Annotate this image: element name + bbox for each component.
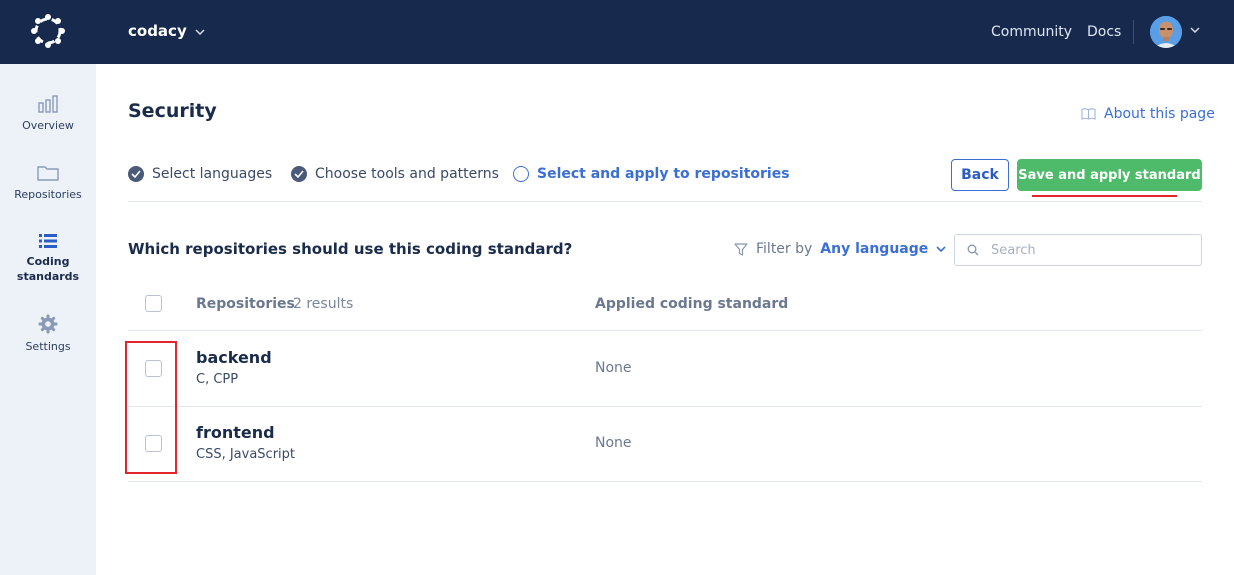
filter-icon xyxy=(734,242,748,256)
annotation-underline xyxy=(1032,195,1177,197)
language-filter-dropdown[interactable]: Any language xyxy=(820,241,946,257)
organization-switcher[interactable]: codacy xyxy=(128,22,205,40)
user-photo-icon xyxy=(1150,16,1182,48)
row-divider xyxy=(128,406,1202,407)
sidebar-item-settings[interactable]: Settings xyxy=(0,314,96,353)
sidebar-item-label-line1: Coding xyxy=(26,255,70,268)
step-select-and-apply[interactable]: Select and apply to repositories xyxy=(513,166,790,182)
result-count: 2 results xyxy=(293,296,354,312)
annotation-highlight-box xyxy=(125,341,177,474)
step-label: Choose tools and patterns xyxy=(315,166,499,182)
applied-standard-value: None xyxy=(595,360,632,376)
save-and-apply-standard-button[interactable]: Save and apply standard xyxy=(1017,159,1202,191)
select-all-checkbox[interactable] xyxy=(145,295,162,312)
sidebar-item-label: Repositories xyxy=(14,188,82,201)
list-icon xyxy=(39,234,57,248)
language-filter-value: Any language xyxy=(820,241,929,257)
bar-chart-icon xyxy=(38,95,58,113)
about-this-page-link[interactable]: About this page xyxy=(1081,106,1215,122)
sidebar-item-repositories[interactable]: Repositories xyxy=(0,164,96,201)
back-button[interactable]: Back xyxy=(951,159,1009,191)
community-link[interactable]: Community xyxy=(991,24,1072,40)
search-input[interactable] xyxy=(991,242,1181,258)
repository-languages: C, CPP xyxy=(196,372,239,387)
search-icon xyxy=(967,244,979,256)
section-question: Which repositories should use this codin… xyxy=(128,240,573,258)
chevron-down-icon xyxy=(195,28,205,35)
check-circle-icon xyxy=(128,166,144,182)
language-filter: Filter by Any language xyxy=(734,241,946,257)
page-title: Security xyxy=(128,100,217,122)
step-choose-tools-and-patterns[interactable]: Choose tools and patterns xyxy=(291,166,499,182)
sidebar: Overview Repositories Coding standards S… xyxy=(0,64,96,575)
gear-icon xyxy=(38,314,58,334)
empty-circle-icon xyxy=(513,166,529,182)
divider xyxy=(128,201,1202,202)
repository-languages: CSS, JavaScript xyxy=(196,447,296,462)
codacy-logo-icon[interactable] xyxy=(31,14,65,48)
folder-icon xyxy=(37,166,59,181)
row-divider xyxy=(128,481,1202,482)
step-label: Select languages xyxy=(152,166,273,182)
top-navigation-bar: codacy Community Docs xyxy=(0,0,1234,64)
user-avatar[interactable] xyxy=(1150,16,1182,48)
sidebar-item-label-line2: standards xyxy=(16,270,80,283)
repository-name[interactable]: frontend xyxy=(196,423,275,442)
book-icon xyxy=(1081,108,1096,120)
sidebar-item-overview[interactable]: Overview xyxy=(0,95,96,132)
chevron-down-icon xyxy=(936,246,946,252)
sidebar-item-label: Overview xyxy=(22,119,74,132)
check-circle-icon xyxy=(291,166,307,182)
topbar-divider xyxy=(1133,20,1134,44)
organization-name: codacy xyxy=(128,22,187,40)
sidebar-item-label: Settings xyxy=(25,340,71,353)
table-header-divider xyxy=(128,330,1202,331)
docs-link[interactable]: Docs xyxy=(1087,24,1121,40)
filter-label: Filter by xyxy=(756,241,813,257)
column-header-repositories[interactable]: Repositories xyxy=(196,296,295,312)
search-box xyxy=(954,234,1202,266)
step-label: Select and apply to repositories xyxy=(537,166,790,182)
applied-standard-value: None xyxy=(595,435,632,451)
sidebar-item-coding-standards[interactable]: Coding standards xyxy=(0,234,96,284)
about-this-page-label: About this page xyxy=(1104,106,1215,122)
account-menu-chevron-icon[interactable] xyxy=(1190,27,1200,33)
step-select-languages[interactable]: Select languages xyxy=(128,166,272,182)
repository-name[interactable]: backend xyxy=(196,348,272,367)
column-header-applied-standard[interactable]: Applied coding standard xyxy=(595,296,788,312)
